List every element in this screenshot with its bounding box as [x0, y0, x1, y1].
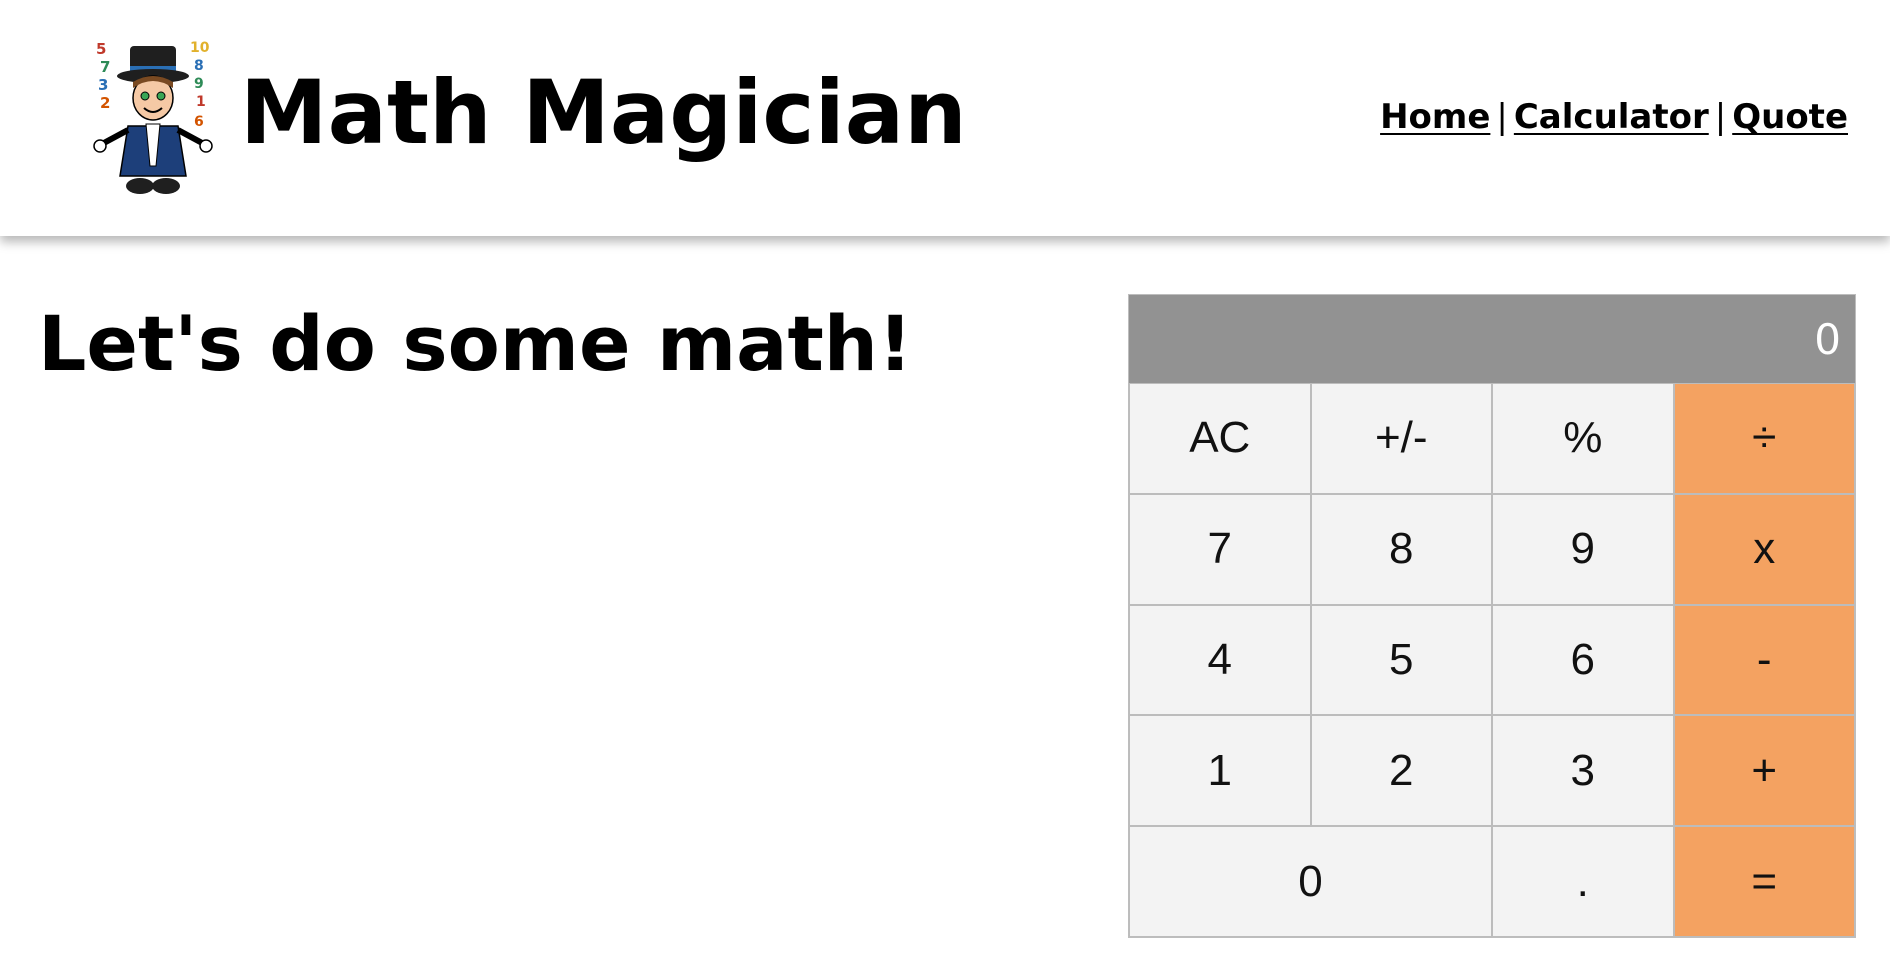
key-0[interactable]: 0 [1129, 826, 1492, 937]
key-equals[interactable]: = [1673, 826, 1855, 937]
key-5[interactable]: 5 [1310, 604, 1492, 716]
key-divide[interactable]: ÷ [1673, 383, 1855, 494]
site-header: 5 7 3 2 10 8 9 1 6 Math Magician Home | [0, 0, 1890, 236]
key-percent[interactable]: % [1492, 383, 1674, 494]
key-toggle-sign[interactable]: +/- [1310, 383, 1492, 494]
nav-link-home[interactable]: Home [1380, 92, 1490, 142]
key-9[interactable]: 9 [1492, 493, 1674, 605]
key-6[interactable]: 6 [1492, 604, 1674, 716]
logo-number: 5 [96, 40, 106, 58]
logo-number: 1 [196, 94, 206, 110]
key-all-clear[interactable]: AC [1129, 383, 1311, 494]
key-1[interactable]: 1 [1129, 715, 1311, 827]
key-8[interactable]: 8 [1310, 493, 1492, 605]
calculator-display: 0 [1129, 295, 1855, 383]
logo-number: 7 [100, 58, 110, 76]
key-2[interactable]: 2 [1310, 715, 1492, 827]
logo-number: 9 [194, 76, 204, 92]
key-add[interactable]: + [1673, 715, 1855, 827]
logo-number: 3 [98, 76, 108, 94]
nav-separator: | [1714, 97, 1727, 137]
logo-number: 10 [190, 40, 210, 56]
key-7[interactable]: 7 [1129, 493, 1311, 605]
key-4[interactable]: 4 [1129, 604, 1311, 716]
key-3[interactable]: 3 [1492, 715, 1674, 827]
calculator: 0 AC +/- % ÷ 7 8 9 x 4 5 6 - 1 2 3 + 0 .… [1128, 294, 1856, 938]
logo-number: 6 [194, 114, 204, 130]
key-multiply[interactable]: x [1673, 493, 1855, 605]
key-subtract[interactable]: - [1673, 604, 1855, 716]
magician-logo-icon: 5 7 3 2 10 8 9 1 6 [93, 40, 213, 194]
main-nav: Home | Calculator | Quote [1380, 92, 1848, 142]
page-heading: Let's do some math! [38, 299, 913, 388]
nav-separator: | [1496, 97, 1508, 137]
logo-number: 8 [194, 58, 204, 74]
nav-link-calculator[interactable]: Calculator [1514, 92, 1709, 142]
nav-link-quote[interactable]: Quote [1732, 92, 1848, 142]
site-title: Math Magician [240, 61, 967, 164]
key-decimal[interactable]: . [1492, 826, 1674, 937]
logo-number: 2 [100, 94, 110, 112]
